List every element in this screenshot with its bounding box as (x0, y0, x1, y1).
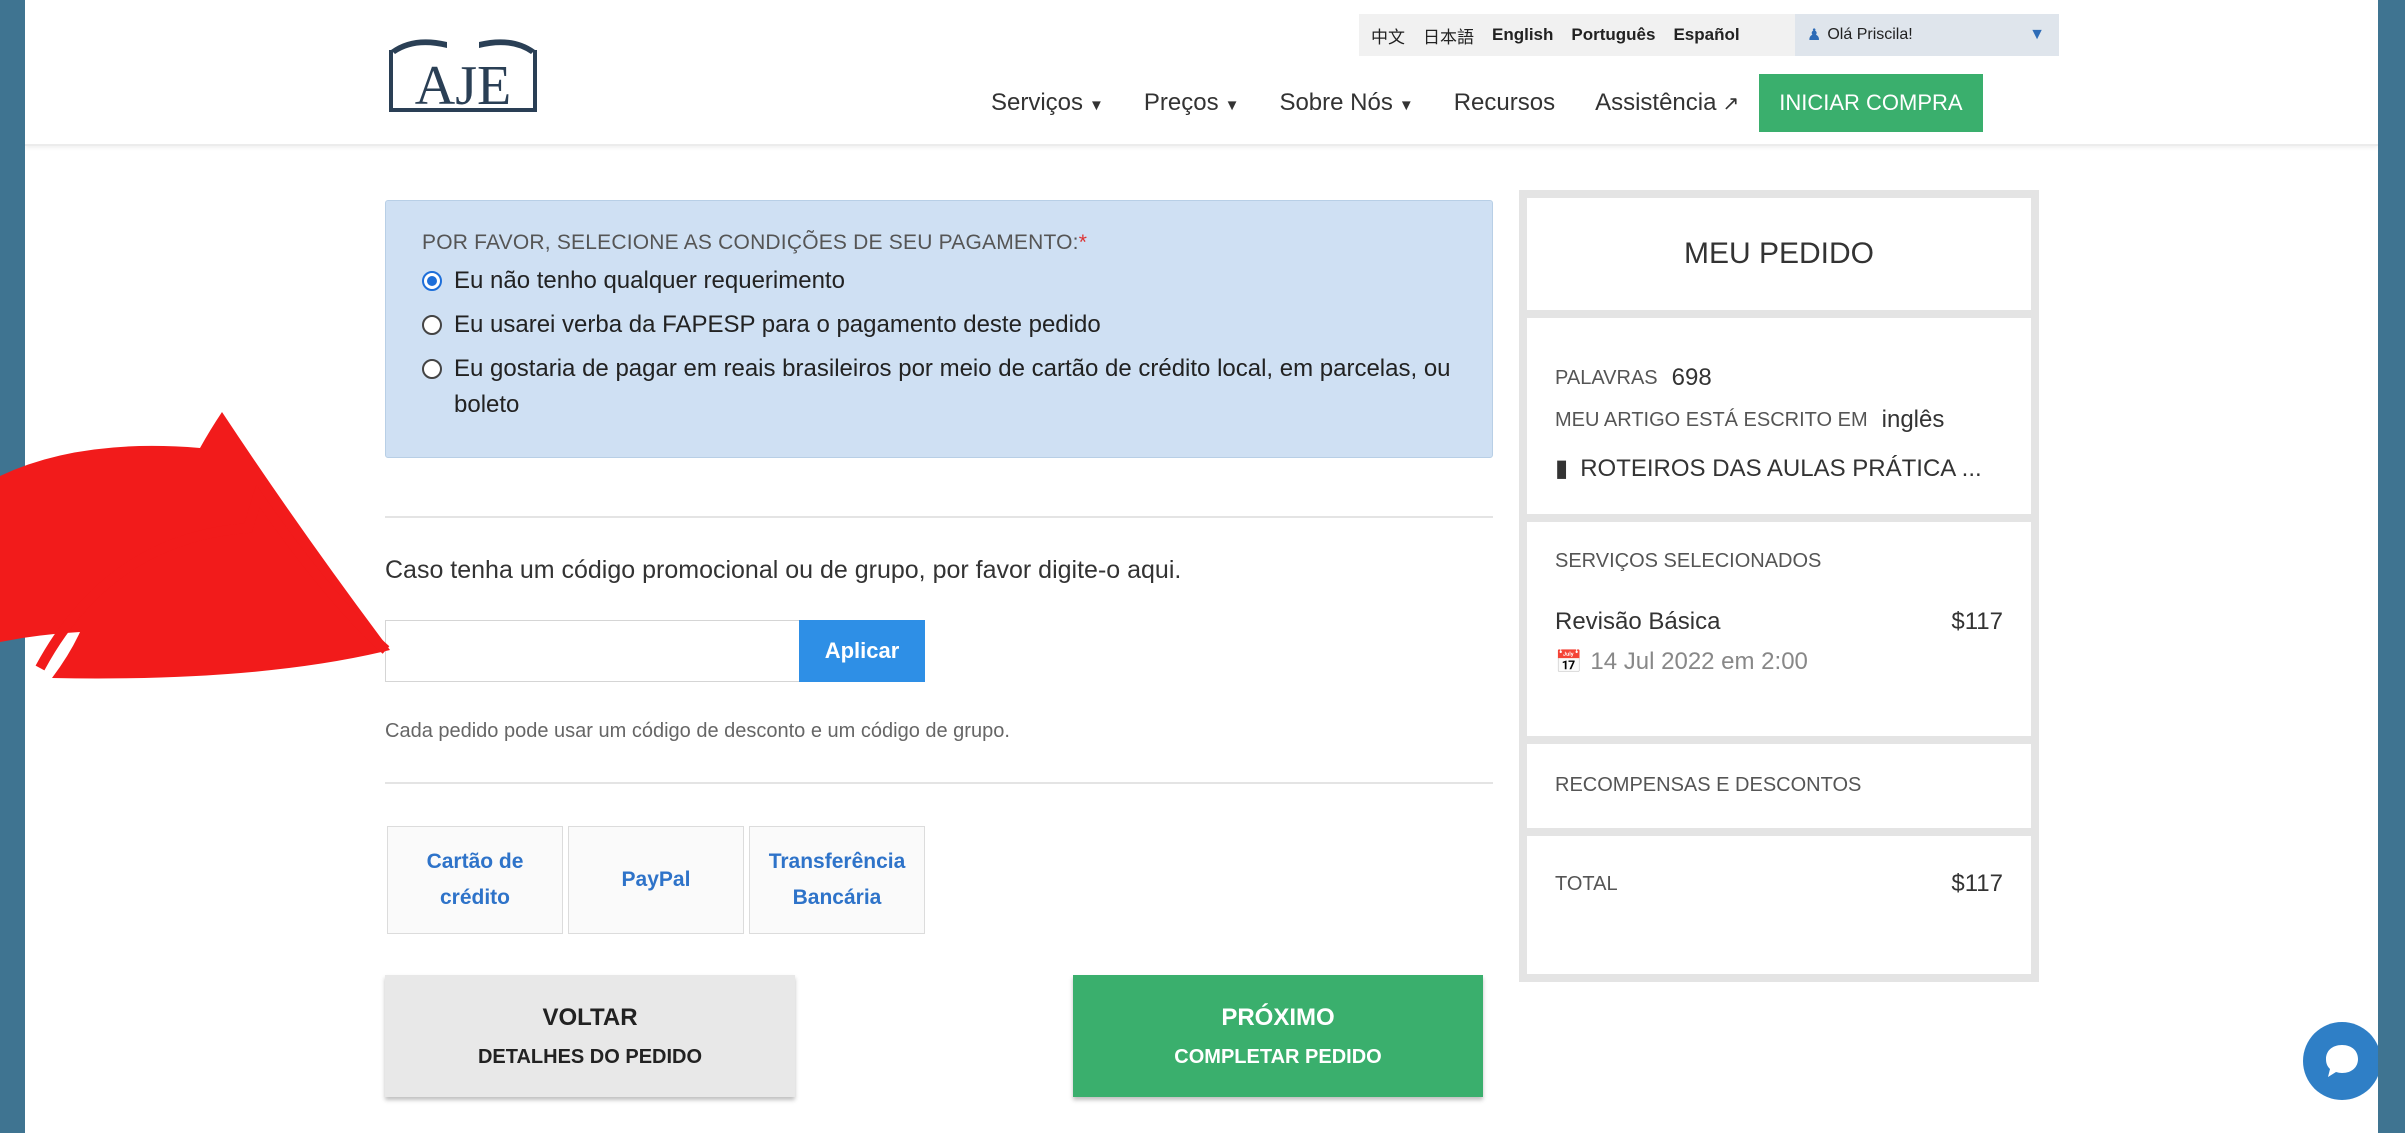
order-details-box: PALAVRAS 698 MEU ARTIGO ESTÁ ESCRITO EM … (1527, 318, 2031, 514)
services-label: SERVIÇOS SELECIONADOS (1555, 550, 1822, 572)
nav-servicos[interactable]: Serviços ▼ (991, 89, 1104, 117)
caret-down-icon: ▼ (1224, 97, 1240, 114)
divider (385, 782, 1493, 784)
order-title: MEU PEDIDO (1683, 237, 1875, 270)
annotation-arrow-icon (0, 412, 390, 679)
pay-method-bank-transfer[interactable]: Transferência Bancária (749, 826, 925, 934)
file-icon: ▮ (1555, 455, 1569, 482)
pay-method-paypal[interactable]: PayPal (568, 826, 744, 934)
total-label: TOTAL (1555, 872, 1618, 895)
nav-recursos[interactable]: Recursos (1454, 89, 1555, 117)
service-name: Revisão Básica (1555, 608, 1721, 635)
chevron-down-icon: ▼ (2029, 26, 2045, 43)
rewards-label: RECOMPENSAS E DESCONTOS (1555, 774, 1862, 796)
total-value: $117 (1951, 870, 2003, 897)
nav-assistencia[interactable]: Assistência ↗ (1595, 89, 1739, 117)
services-box: SERVIÇOS SELECIONADOS Revisão Básica $11… (1527, 522, 2031, 736)
site-header: AJE 中文 日本語 English Português Español ♟ O… (25, 0, 2378, 146)
nav-sobre-nos[interactable]: Sobre Nós ▼ (1279, 89, 1413, 117)
file-name: ROTEIROS DAS AULAS PRÁTICA ... (1580, 454, 1982, 482)
lang-portuguese[interactable]: Português (1562, 25, 1664, 45)
lang-english[interactable]: English (1483, 25, 1562, 45)
user-icon: ♟ (1807, 27, 1822, 44)
apply-promo-button[interactable]: Aplicar (799, 620, 925, 682)
payment-conditions-title: POR FAVOR, SELECIONE AS CONDIÇÕES DE SEU… (422, 231, 1088, 254)
back-button[interactable]: VOLTAR DETALHES DO PEDIDO (385, 975, 795, 1097)
words-value: 698 (1671, 364, 1712, 391)
rewards-box: RECOMPENSAS E DESCONTOS (1527, 744, 2031, 828)
payment-option-none[interactable]: Eu não tenho qualquer requerimento (422, 263, 1456, 299)
service-date: 14 Jul 2022 em 2:00 (1590, 648, 1808, 675)
service-price: $117 (1951, 608, 2003, 635)
radio-unselected[interactable] (422, 315, 442, 335)
external-link-icon: ↗ (1722, 93, 1740, 115)
svg-text:AJE: AJE (415, 55, 511, 117)
language-label: MEU ARTIGO ESTÁ ESCRITO EM (1555, 408, 1868, 431)
language-value: inglês (1881, 406, 1945, 433)
order-summary: MEU PEDIDO PALAVRAS 698 MEU ARTIGO ESTÁ … (1519, 190, 2039, 982)
total-box: TOTAL $117 (1527, 836, 2031, 974)
divider (385, 516, 1493, 518)
payment-conditions-panel: POR FAVOR, SELECIONE AS CONDIÇÕES DE SEU… (385, 200, 1493, 458)
lang-japanese[interactable]: 日本語 (1414, 23, 1483, 48)
promo-label: Caso tenha um código promocional ou de g… (385, 556, 1182, 584)
main-nav: Serviços ▼ Preços ▼ Sobre Nós ▼ Recursos As… (991, 72, 1983, 134)
lang-spanish[interactable]: Español (1664, 25, 1748, 45)
radio-selected[interactable] (422, 271, 442, 291)
next-button[interactable]: PRÓXIMO COMPLETAR PEDIDO (1073, 975, 1483, 1097)
caret-down-icon: ▼ (1089, 97, 1104, 114)
payment-option-reais[interactable]: Eu gostaria de pagar em reais brasileiro… (422, 351, 1456, 423)
pay-method-credit-card[interactable]: Cartão de crédito (387, 826, 563, 934)
chat-button[interactable] (2303, 1022, 2378, 1100)
radio-unselected[interactable] (422, 359, 442, 379)
book-logo-icon: AJE (389, 39, 537, 117)
user-menu[interactable]: ♟ Olá Priscila! ▼ (1795, 14, 2059, 56)
promo-code-input[interactable] (385, 620, 799, 682)
aje-logo[interactable]: AJE (383, 28, 543, 118)
order-title-box: MEU PEDIDO (1527, 198, 2031, 310)
caret-down-icon: ▼ (1398, 97, 1414, 114)
calendar-icon: 📅 (1555, 649, 1583, 674)
user-greeting: Olá Priscila! (1827, 26, 1913, 43)
language-bar: 中文 日本語 English Português Español ♟ Olá P… (1359, 14, 2059, 56)
payment-option-fapesp[interactable]: Eu usarei verba da FAPESP para o pagamen… (422, 307, 1456, 343)
promo-note: Cada pedido pode usar um código de desco… (385, 720, 1010, 742)
chat-bubble-icon (2326, 1045, 2358, 1077)
start-order-button[interactable]: INICIAR COMPRA (1759, 74, 1983, 132)
words-label: PALAVRAS (1555, 366, 1658, 389)
nav-precos[interactable]: Preços ▼ (1144, 89, 1240, 117)
lang-chinese[interactable]: 中文 (1359, 23, 1414, 48)
